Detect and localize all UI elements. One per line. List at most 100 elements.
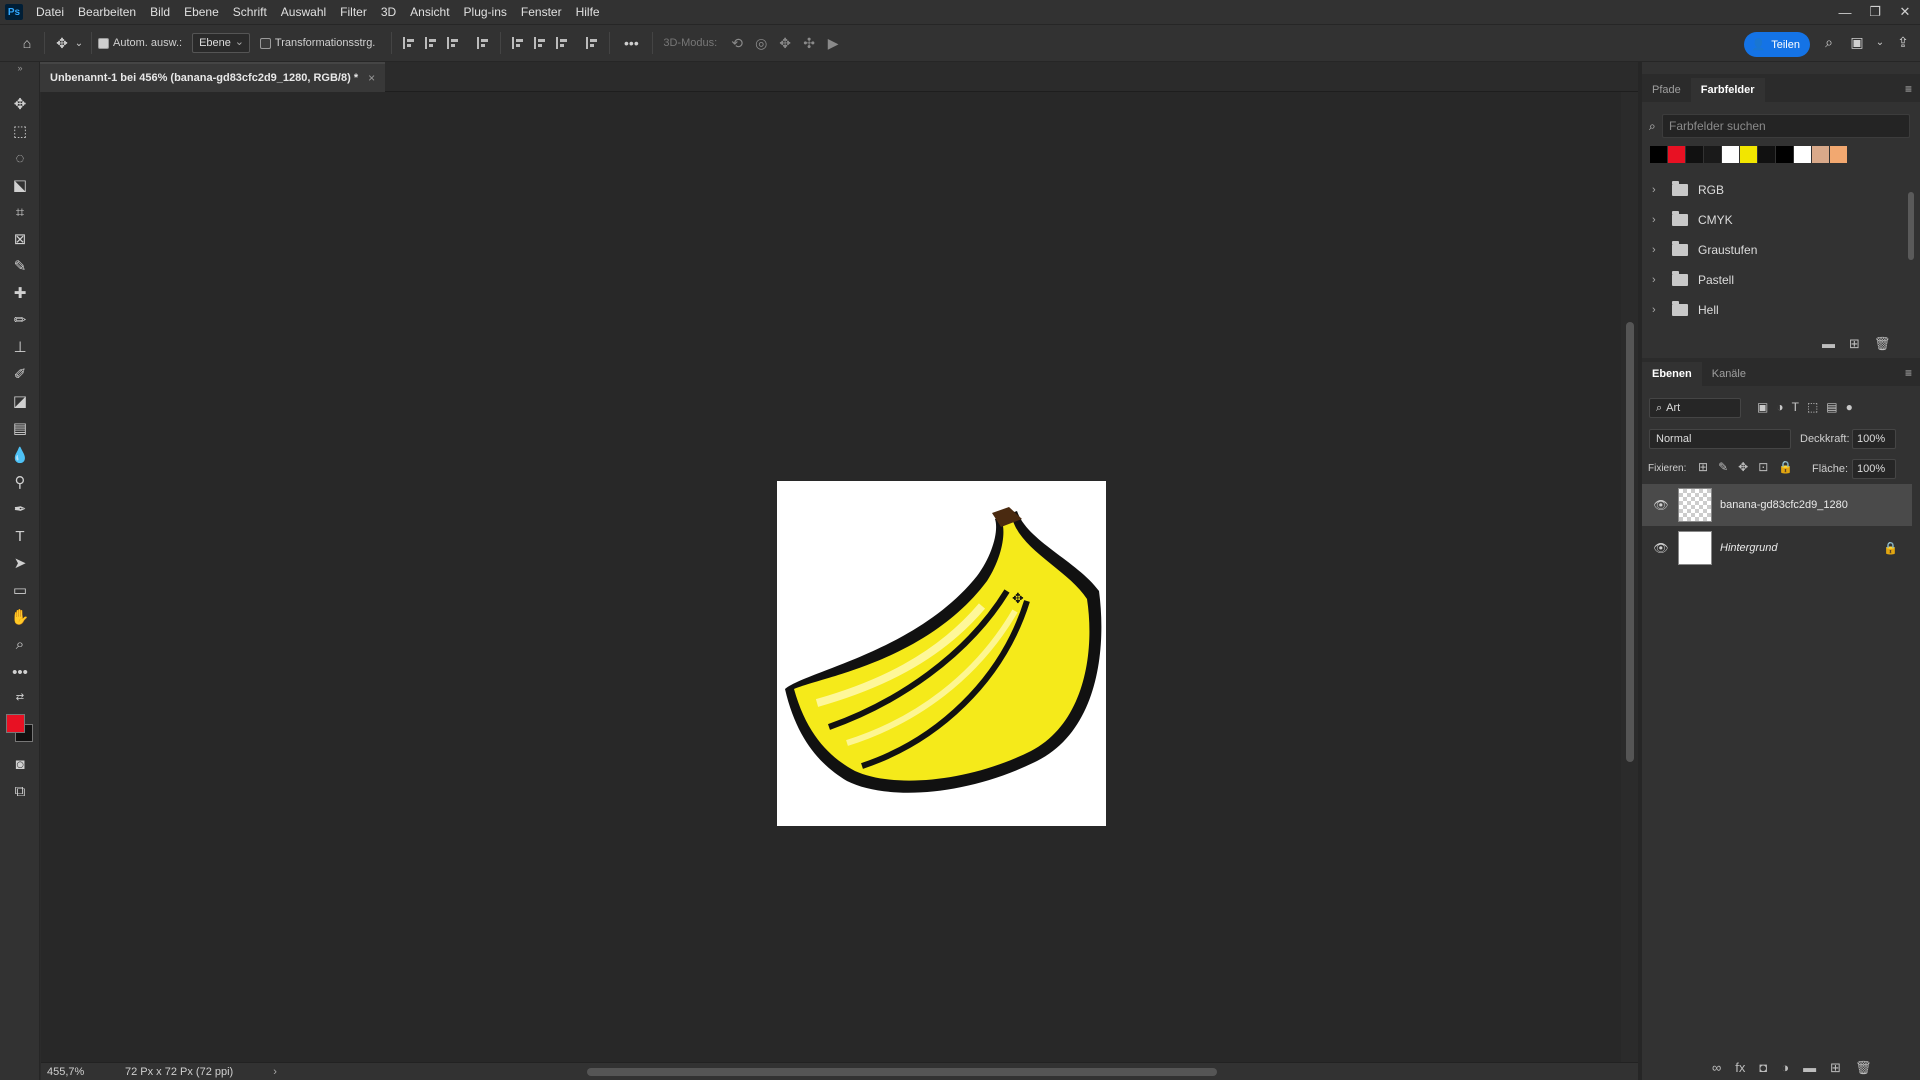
menu-schrift[interactable]: Schrift [226,0,274,24]
color-swatch[interactable] [1668,146,1685,163]
menu-datei[interactable]: Datei [29,0,71,24]
lock-artboard-icon[interactable]: ⊡ [1758,460,1768,474]
3d-camera-icon[interactable]: ▶ [821,32,845,54]
delete-icon[interactable]: 🗑 [1874,336,1891,352]
color-swatch[interactable] [1686,146,1703,163]
swatch-group-pastell[interactable]: › Pastell [1642,266,1910,294]
menu-bild[interactable]: Bild [143,0,177,24]
document-canvas[interactable] [777,481,1106,826]
share-button[interactable]: 👤 Teilen [1743,32,1810,57]
color-swatch[interactable] [1830,146,1847,163]
chevron-down-icon[interactable]: ⌄ [73,32,85,54]
color-swatch[interactable] [1776,146,1793,163]
color-swatch[interactable] [1812,146,1829,163]
layer-row-hintergrund[interactable]: 👁 Hintergrund 🔒 [1642,527,1912,569]
eraser-tool-icon[interactable]: ◪ [8,389,32,413]
close-tab-icon[interactable]: × [368,71,375,85]
quick-mask-icon[interactable]: ◙ [8,752,32,776]
swatch-group-cmyk[interactable]: › CMYK [1642,206,1910,234]
move-tool-preset-icon[interactable]: ✥ [51,32,73,54]
checkbox-unchecked-icon[interactable] [259,37,271,49]
filter-pixel-icon[interactable]: ▣ [1757,400,1768,414]
rectangle-tool-icon[interactable]: ▭ [8,578,32,602]
search-icon[interactable]: ⌕ [1818,31,1840,53]
stamp-tool-icon[interactable]: ⊥ [8,335,32,359]
eyedropper-tool-icon[interactable]: ✎ [8,254,32,278]
blur-tool-icon[interactable]: 💧 [8,443,32,467]
distribute-vertical-icon[interactable] [581,32,603,54]
menu-filter[interactable]: Filter [333,0,374,24]
visibility-eye-icon[interactable]: 👁 [1650,498,1672,512]
link-layers-icon[interactable]: ∞ [1712,1060,1721,1076]
edit-toolbar-icon[interactable]: ••• [8,660,32,684]
tab-ebenen[interactable]: Ebenen [1642,362,1702,386]
zoom-level[interactable]: 455,7% [47,1066,115,1078]
menu-ansicht[interactable]: Ansicht [403,0,456,24]
panel-menu-icon[interactable]: ≡ [1905,366,1912,380]
status-menu-arrow[interactable]: › [273,1066,277,1078]
opacity-input[interactable]: 100% [1852,429,1896,449]
color-swatch[interactable] [1650,146,1667,163]
healing-brush-tool-icon[interactable]: ✚ [8,281,32,305]
lock-icon[interactable]: 🔒 [1883,541,1898,555]
dodge-tool-icon[interactable]: ⚲ [8,470,32,494]
hand-tool-icon[interactable]: ✋ [8,605,32,629]
move-tool-icon[interactable]: ✥ [8,92,32,116]
menu-3d[interactable]: 3D [374,0,403,24]
workspace-icon[interactable]: ▣ [1846,31,1868,53]
pen-tool-icon[interactable]: ✒ [8,497,32,521]
add-mask-icon[interactable]: ◘ [1759,1060,1767,1076]
filter-toggle-icon[interactable]: ● [1846,400,1853,414]
swatch-group-graustufen[interactable]: › Graustufen [1642,236,1910,264]
type-tool-icon[interactable]: T [8,524,32,548]
3d-orbit-icon[interactable]: ⟲ [725,32,749,54]
frame-tool-icon[interactable]: ⊠ [8,227,32,251]
home-icon[interactable]: ⌂ [16,32,38,54]
tab-pfade[interactable]: Pfade [1642,78,1691,102]
distribute-icon[interactable] [472,32,494,54]
lock-pixels-icon[interactable]: ✎ [1718,460,1728,474]
lock-transparent-icon[interactable]: ⊞ [1698,460,1708,474]
photoshop-logo[interactable]: Ps [5,4,23,20]
new-layer-icon[interactable]: ⊞ [1830,1060,1841,1076]
lock-all-icon[interactable]: 🔒 [1778,460,1793,474]
vertical-scrollbar[interactable] [1621,92,1638,1062]
lasso-tool-icon[interactable]: ◌ [8,146,32,170]
screen-mode-icon[interactable]: ⧉ [8,779,32,803]
layer-filter-select[interactable]: ⌕ Art [1649,398,1741,418]
color-swatch[interactable] [1740,146,1757,163]
object-selection-tool-icon[interactable]: ⬕ [8,173,32,197]
layer-row-banana[interactable]: 👁 banana-gd83cfc2d9_1280 [1642,484,1912,526]
color-swatch[interactable] [1722,146,1739,163]
panel-menu-icon[interactable]: ≡ [1905,82,1912,96]
3d-pan-icon[interactable]: ✥ [773,32,797,54]
lock-position-icon[interactable]: ✥ [1738,460,1748,474]
color-swatch[interactable] [1758,146,1775,163]
path-selection-tool-icon[interactable]: ➤ [8,551,32,575]
adjustment-layer-icon[interactable]: ◑ [1781,1060,1789,1076]
swatches-scroll-thumb[interactable] [1908,192,1914,260]
tab-kanaele[interactable]: Kanäle [1702,362,1756,386]
auto-select-dropdown[interactable]: Ebene [192,33,250,53]
more-options-icon[interactable]: ••• [616,32,646,54]
visibility-eye-icon[interactable]: 👁 [1650,541,1672,555]
swatch-search-input[interactable]: Farbfelder suchen [1662,114,1910,138]
foreground-color-swatch[interactable] [6,714,25,733]
export-icon[interactable]: ⇪ [1892,31,1914,53]
minimize-icon[interactable]: — [1830,0,1860,24]
new-swatch-icon[interactable]: ⊞ [1849,336,1860,352]
new-group-folder-icon[interactable]: ▬ [1822,336,1835,352]
align-left-icon[interactable] [398,32,420,54]
menu-ebene[interactable]: Ebene [177,0,226,24]
new-group-icon[interactable]: ▬ [1803,1060,1816,1076]
swatch-group-hell[interactable]: › Hell [1642,296,1910,324]
filter-smart-object-icon[interactable]: ▤ [1826,400,1837,414]
transform-controls-checkbox[interactable]: Transformationsstrg. [259,37,375,49]
brush-tool-icon[interactable]: ✏ [8,308,32,332]
auto-select-checkbox[interactable]: Autom. ausw.: [98,37,182,49]
fill-input[interactable]: 100% [1852,459,1896,479]
swap-colors-icon[interactable]: ⇄ [8,690,32,704]
layer-style-icon[interactable]: fx [1735,1060,1745,1076]
swatch-group-rgb[interactable]: › RGB [1642,176,1910,204]
blend-mode-select[interactable]: Normal [1649,429,1791,449]
